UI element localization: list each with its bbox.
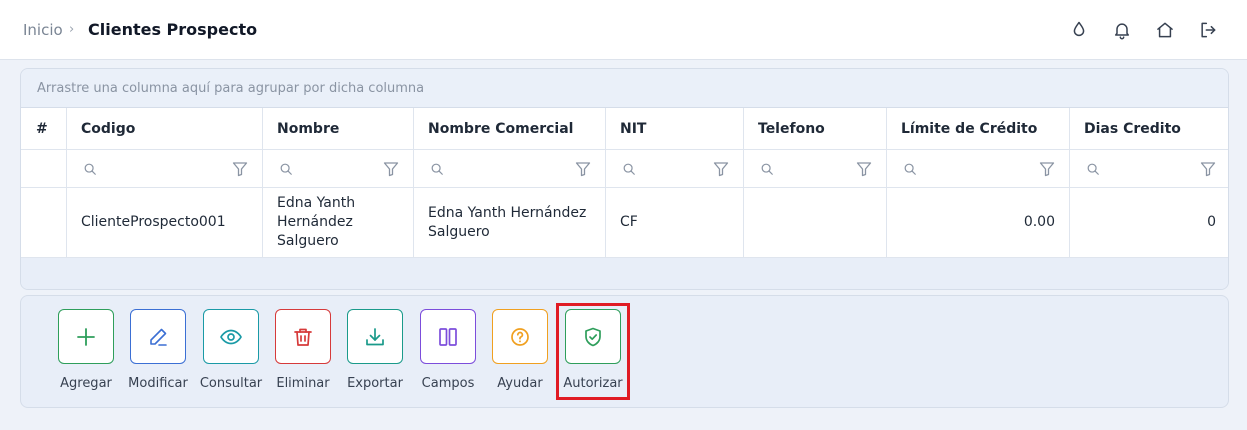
cell-telefono (744, 188, 887, 257)
column-header-label: Codigo (81, 121, 136, 137)
cell-nombre: Edna Yanth Hernández Salguero (263, 188, 414, 257)
breadcrumb-separator: › (69, 22, 75, 37)
edit-button[interactable]: Modificar (118, 308, 198, 398)
search-icon (1086, 162, 1100, 176)
cell-codigo: ClienteProspecto001 (67, 188, 263, 257)
column-header-label: Dias Credito (1084, 121, 1181, 137)
cell-codigo-value: ClienteProspecto001 (81, 214, 226, 230)
columns-icon (439, 327, 457, 346)
help-button-box[interactable] (492, 309, 548, 364)
bell-icon[interactable] (1112, 20, 1132, 40)
cell-index (21, 188, 67, 257)
filter-icon[interactable] (383, 161, 399, 177)
table-row[interactable]: ClienteProspecto001 Edna Yanth Hernández… (21, 188, 1228, 258)
pencil-icon (150, 328, 167, 346)
delete-button-box[interactable] (275, 309, 331, 364)
filter-cell-codigo[interactable] (67, 150, 263, 187)
logout-icon[interactable] (1198, 20, 1218, 40)
export-button-box[interactable] (347, 309, 403, 364)
cell-nit-value: CF (620, 214, 638, 230)
group-panel-hint: Arrastre una columna aquí para agrupar p… (37, 81, 425, 96)
column-header-label: NIT (620, 121, 647, 137)
filter-cell-nit[interactable] (606, 150, 744, 187)
column-header-dias-credito[interactable]: Dias Credito (1070, 108, 1228, 149)
trash-icon (294, 328, 312, 346)
export-button-label: Exportar (347, 376, 403, 391)
download-icon (366, 327, 384, 345)
search-icon (622, 162, 636, 176)
column-header-codigo[interactable]: Codigo (67, 108, 263, 149)
filter-icon[interactable] (856, 161, 872, 177)
column-header-nombre-comercial[interactable]: Nombre Comercial (414, 108, 606, 149)
filter-cell-nombre[interactable] (263, 150, 414, 187)
data-grid: # Codigo Nombre Nombre Comercial NIT Tel… (21, 108, 1228, 258)
home-icon[interactable] (1155, 20, 1175, 40)
water-drop-icon[interactable] (1069, 20, 1089, 40)
add-button-box[interactable] (58, 309, 114, 364)
column-header-label: Nombre (277, 121, 340, 137)
add-button[interactable]: Agregar (46, 308, 126, 398)
cell-dias-credito-value: 0 (1207, 214, 1216, 230)
cell-limite-credito-value: 0.00 (1023, 214, 1055, 230)
delete-button[interactable]: Eliminar (263, 308, 343, 398)
column-header-label: Límite de Crédito (901, 121, 1038, 137)
search-icon (760, 162, 774, 176)
data-grid-card: Arrastre una columna aquí para agrupar p… (20, 68, 1229, 290)
edit-button-box[interactable] (130, 309, 186, 364)
fields-button-box[interactable] (420, 309, 476, 364)
cell-nombre-comercial-value: Edna Yanth Hernández Salguero (428, 204, 587, 240)
help-button[interactable]: Ayudar (480, 308, 560, 398)
filter-icon[interactable] (1039, 161, 1055, 177)
search-icon (903, 162, 917, 176)
grid-empty-area (21, 258, 1228, 289)
breadcrumb-home[interactable]: Inicio (23, 21, 63, 39)
fields-button-label: Campos (421, 376, 475, 391)
column-header-limite-credito[interactable]: Límite de Crédito (887, 108, 1070, 149)
filter-cell-limite-credito[interactable] (887, 150, 1070, 187)
search-icon (83, 162, 97, 176)
cell-nit: CF (606, 188, 744, 257)
search-icon (279, 162, 293, 176)
plus-icon (77, 327, 95, 346)
help-circle-icon (511, 327, 529, 346)
cell-nombre-comercial: Edna Yanth Hernández Salguero (414, 188, 606, 257)
filter-cell-dias-credito[interactable] (1070, 150, 1228, 187)
filter-icon[interactable] (232, 161, 248, 177)
delete-button-label: Eliminar (276, 376, 330, 391)
view-button-box[interactable] (203, 309, 259, 364)
top-bar: Inicio › Clientes Prospecto (0, 0, 1247, 60)
column-header-label: Telefono (758, 121, 825, 137)
page-title: Clientes Prospecto (88, 20, 258, 39)
filter-icon[interactable] (713, 161, 729, 177)
highlight-box (556, 303, 630, 400)
eye-icon (220, 329, 242, 344)
column-header-index[interactable]: # (21, 108, 67, 149)
fields-button[interactable]: Campos (408, 308, 488, 398)
export-button[interactable]: Exportar (335, 308, 415, 398)
filter-icon[interactable] (575, 161, 591, 177)
column-header-nombre[interactable]: Nombre (263, 108, 414, 149)
grid-filter-row (21, 150, 1228, 188)
edit-button-label: Modificar (128, 376, 188, 391)
column-header-telefono[interactable]: Telefono (744, 108, 887, 149)
cell-nombre-value: Edna Yanth Hernández Salguero (277, 195, 356, 249)
search-icon (430, 162, 444, 176)
group-panel[interactable]: Arrastre una columna aquí para agrupar p… (21, 69, 1228, 108)
filter-cell-nombre-comercial[interactable] (414, 150, 606, 187)
view-button[interactable]: Consultar (191, 308, 271, 398)
grid-header-row: # Codigo Nombre Nombre Comercial NIT Tel… (21, 108, 1228, 150)
column-header-label: Nombre Comercial (428, 121, 574, 137)
cell-limite-credito: 0.00 (887, 188, 1070, 257)
view-button-label: Consultar (199, 376, 263, 391)
help-button-label: Ayudar (497, 376, 543, 391)
column-header-label: # (36, 121, 48, 137)
filter-cell-index (21, 150, 67, 187)
filter-icon[interactable] (1200, 161, 1216, 177)
filter-cell-telefono[interactable] (744, 150, 887, 187)
add-button-label: Agregar (60, 376, 112, 391)
column-header-nit[interactable]: NIT (606, 108, 744, 149)
cell-dias-credito: 0 (1070, 188, 1228, 257)
